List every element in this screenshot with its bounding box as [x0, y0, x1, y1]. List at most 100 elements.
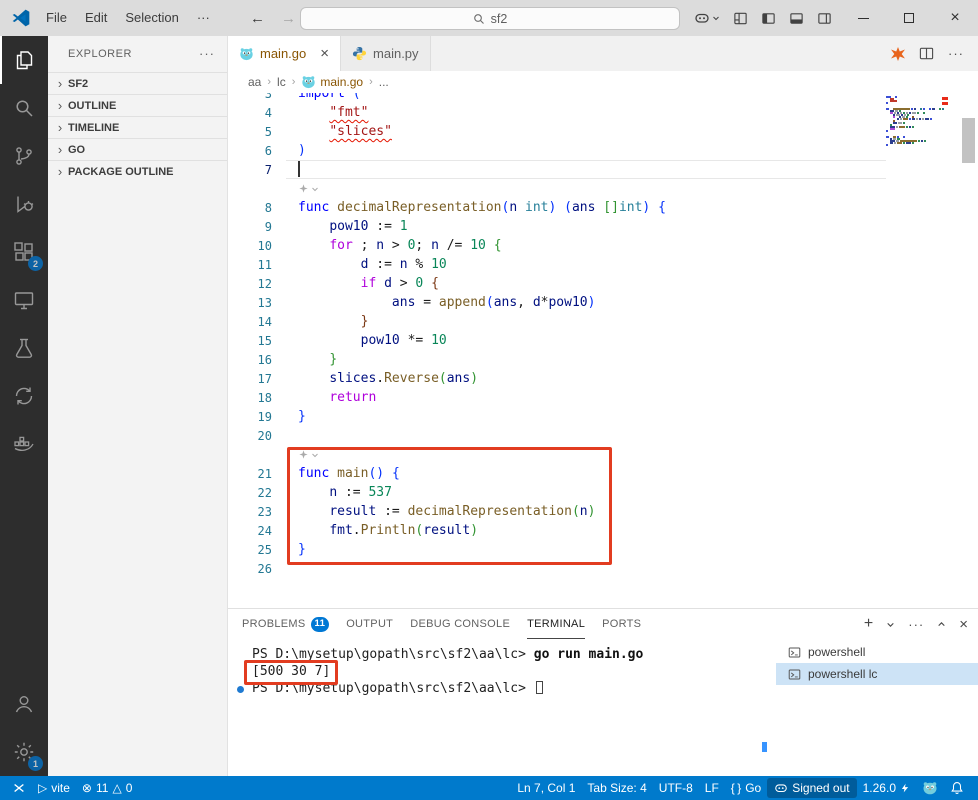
extension-action-icon[interactable] — [891, 46, 905, 61]
close-button[interactable]: × — [932, 0, 978, 36]
breadcrumb-item-lc[interactable]: lc — [277, 75, 286, 89]
activitybar-sync[interactable] — [0, 372, 48, 420]
code-line-19[interactable]: 19} — [228, 407, 886, 426]
code-line-23[interactable]: 23 result := decimalRepresentation(n) — [228, 502, 886, 521]
code-line-6[interactable]: 6) — [228, 141, 886, 160]
new-terminal-icon[interactable]: + — [864, 616, 873, 632]
code-line-17[interactable]: 17 slices.Reverse(ans) — [228, 369, 886, 388]
code-line-26[interactable]: 26 — [228, 559, 886, 578]
tab-main-go[interactable]: main.go × — [228, 36, 342, 71]
eol-indicator[interactable]: LF — [699, 777, 725, 799]
notifications-bell[interactable] — [944, 777, 970, 799]
breadcrumb-item-[interactable]: ... — [379, 75, 389, 89]
menu-[interactable]: ··· — [188, 0, 219, 36]
terminal-output-area[interactable]: PS D:\mysetup\gopath\src\sf2\aa\lc> go r… — [237, 647, 762, 698]
activitybar-run-debug[interactable] — [0, 180, 48, 228]
panel-more-actions-icon[interactable]: ··· — [908, 617, 924, 632]
task-vite[interactable]: ▷ vite — [32, 777, 76, 799]
terminal-list-item-powershell[interactable]: powershell — [776, 641, 978, 663]
code-text: pow10 *= 10 — [360, 333, 447, 348]
maximize-button[interactable] — [886, 0, 932, 36]
activitybar-source-control[interactable] — [0, 132, 48, 180]
breadcrumb-item-main-go[interactable]: main.go — [301, 75, 363, 89]
minimap[interactable] — [886, 96, 944, 148]
code-line-12[interactable]: 12 if d > 0 { — [228, 274, 886, 293]
code-line-7[interactable]: 7 — [228, 160, 886, 179]
code-line-22[interactable]: 22 n := 537 — [228, 483, 886, 502]
menu-selection[interactable]: Selection — [116, 0, 187, 36]
sidebar-section-go[interactable]: › GO — [48, 138, 227, 160]
command-center-search[interactable]: sf2 — [300, 7, 680, 30]
more-actions-icon[interactable]: ··· — [948, 46, 964, 61]
code-line-20[interactable]: 20 — [228, 426, 886, 445]
activitybar-remote-explorer[interactable] — [0, 276, 48, 324]
panel-tab-ports[interactable]: PORTS — [602, 609, 641, 639]
code-line-3[interactable]: 3 import ( — [228, 93, 886, 103]
code-line-16[interactable]: 16 } — [228, 350, 886, 369]
sidebar-more-actions-icon[interactable]: ··· — [199, 46, 215, 61]
terminal-list-item-powershell-lc[interactable]: powershell lc — [776, 663, 978, 685]
copilot-icon[interactable] — [694, 10, 720, 26]
menu-edit[interactable]: Edit — [76, 0, 116, 36]
customize-layout-icon[interactable] — [733, 11, 748, 26]
codelens-sparkle-row[interactable] — [228, 445, 886, 464]
go-version[interactable]: 1.26.0 — [857, 777, 916, 799]
sync-icon — [15, 387, 33, 405]
remote-indicator[interactable] — [6, 777, 32, 799]
maximize-panel-icon[interactable] — [937, 620, 946, 629]
copilot-status[interactable]: Signed out — [767, 778, 857, 798]
editor-scrollbar-thumb[interactable] — [962, 118, 975, 163]
codelens-sparkle-row[interactable] — [228, 179, 886, 198]
indentation[interactable]: Tab Size: 4 — [581, 777, 652, 799]
activitybar-account[interactable] — [0, 680, 48, 728]
activitybar-explorer[interactable] — [0, 36, 48, 84]
sidebar-section-package-outline[interactable]: › PACKAGE OUTLINE — [48, 160, 227, 182]
panel-tab-problems[interactable]: PROBLEMS 11 — [242, 609, 330, 639]
code-line-8[interactable]: 8 func decimalRepresentation(n int) (ans … — [228, 198, 886, 217]
cursor-position[interactable]: Ln 7, Col 1 — [511, 777, 581, 799]
window-controls: × — [840, 0, 978, 36]
tab-main-py[interactable]: main.py — [341, 36, 431, 71]
breadcrumb-item-aa[interactable]: aa — [248, 75, 261, 89]
terminal-profile-chevron-icon[interactable] — [886, 620, 895, 629]
activitybar-settings[interactable]: 1 — [0, 728, 48, 776]
code-line-18[interactable]: 18 return — [228, 388, 886, 407]
menu-file[interactable]: File — [37, 0, 76, 36]
command-decoration-icon[interactable] — [237, 686, 244, 693]
code-line-4[interactable]: 4 "fmt" — [228, 103, 886, 122]
code-line-13[interactable]: 13 ans = append(ans, d*pow10) — [228, 293, 886, 312]
language-mode[interactable]: { } Go — [725, 777, 767, 799]
activitybar-containers[interactable] — [0, 420, 48, 468]
close-panel-icon[interactable]: × — [959, 617, 968, 632]
toggle-secondary-sidebar-icon[interactable] — [817, 11, 832, 26]
close-tab-icon[interactable]: × — [320, 46, 329, 61]
sidebar-section-outline[interactable]: › OUTLINE — [48, 94, 227, 116]
code-editor[interactable]: 3 import (4 "fmt" 5 "slices" 6) 7 8 func decim… — [228, 93, 978, 608]
code-line-14[interactable]: 14 } — [228, 312, 886, 331]
code-line-15[interactable]: 15 pow10 *= 10 — [228, 331, 886, 350]
code-line-21[interactable]: 21 func main() { — [228, 464, 886, 483]
code-line-25[interactable]: 25} — [228, 540, 886, 559]
code-line-24[interactable]: 24 fmt.Println(result) — [228, 521, 886, 540]
gopher-status-icon[interactable] — [916, 777, 944, 799]
toggle-primary-sidebar-icon[interactable] — [761, 11, 776, 26]
titlebar-actions — [694, 0, 832, 36]
problems-status[interactable]: ⊗ 11 △ 0 — [76, 777, 138, 799]
toggle-panel-icon[interactable] — [789, 11, 804, 26]
panel-tab-debug-console[interactable]: DEBUG CONSOLE — [410, 609, 510, 639]
sidebar-section-sf2[interactable]: › SF2 — [48, 72, 227, 94]
activitybar-extensions[interactable]: 2 — [0, 228, 48, 276]
code-line-10[interactable]: 10 for ; n > 0; n /= 10 { — [228, 236, 886, 255]
split-editor-icon[interactable] — [919, 46, 934, 61]
minimize-button[interactable] — [840, 0, 886, 36]
panel-tab-terminal[interactable]: TERMINAL — [527, 609, 585, 639]
encoding[interactable]: UTF-8 — [653, 777, 699, 799]
panel-tab-output[interactable]: OUTPUT — [346, 609, 393, 639]
back-arrow-icon[interactable]: ← — [250, 10, 265, 27]
sidebar-section-timeline[interactable]: › TIMELINE — [48, 116, 227, 138]
code-line-5[interactable]: 5 "slices" — [228, 122, 886, 141]
code-line-11[interactable]: 11 d := n % 10 — [228, 255, 886, 274]
code-line-9[interactable]: 9 pow10 := 1 — [228, 217, 886, 236]
activitybar-search[interactable] — [0, 84, 48, 132]
activitybar-testing[interactable] — [0, 324, 48, 372]
